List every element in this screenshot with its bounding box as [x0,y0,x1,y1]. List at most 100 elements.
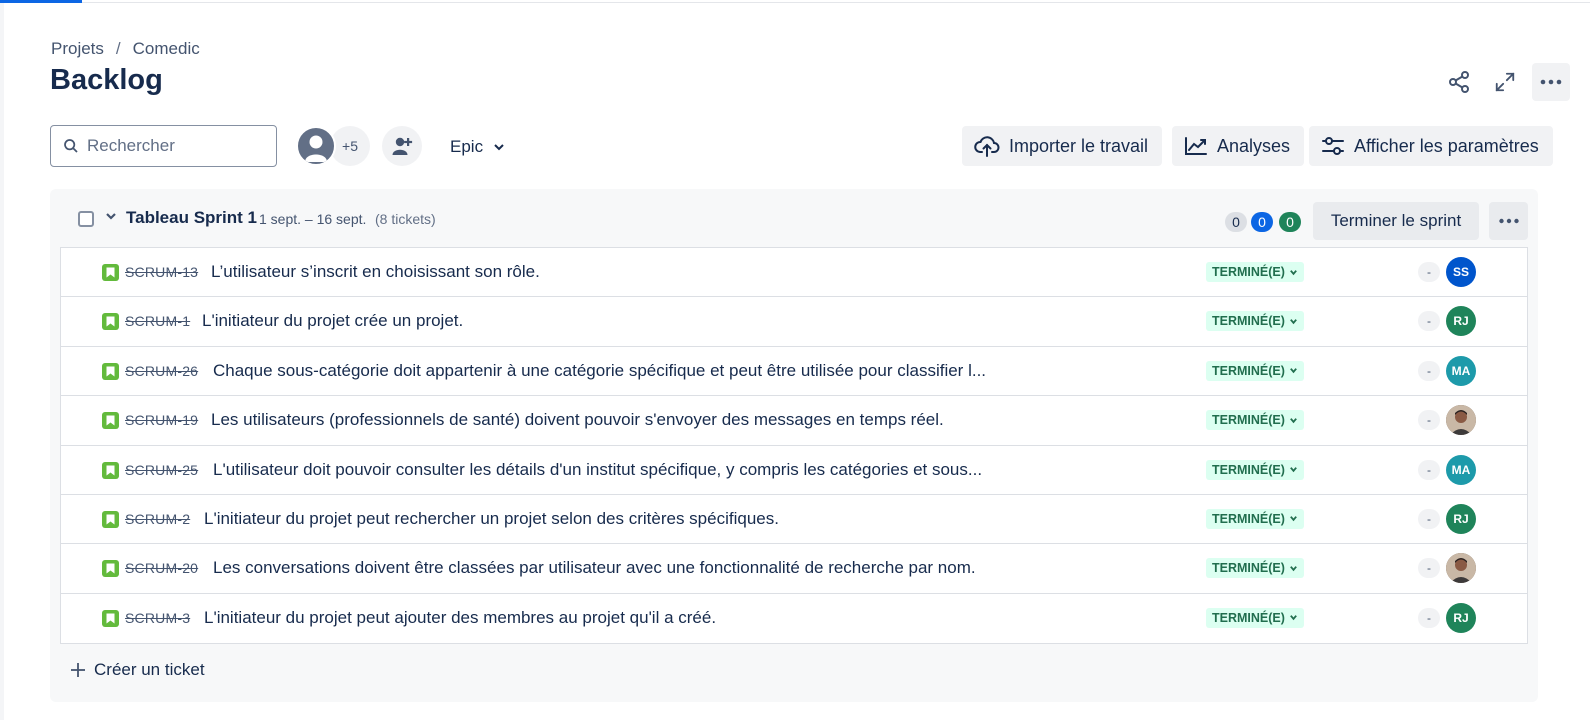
assignee-avatar[interactable]: RJ [1446,602,1476,633]
assignee-avatar[interactable] [1446,553,1476,584]
issue-row[interactable]: SCRUM-1 L'initiateur du projet crée un pr… [61,297,1527,347]
sprint-select-checkbox[interactable] [78,211,94,227]
epic-filter-label: Epic [450,137,484,156]
issue-summary[interactable]: Chaque sous-catégorie doit appartenir à … [213,361,986,381]
more-actions-button[interactable] [1532,63,1570,101]
issue-row[interactable]: SCRUM-20 Les conversations doivent être c… [61,544,1527,594]
story-points-estimate[interactable]: - [1418,607,1440,628]
search-box[interactable] [50,125,277,167]
assignee-avatar[interactable]: RJ [1446,306,1476,337]
assignee-avatar[interactable]: RJ [1446,503,1476,534]
add-people-button[interactable] [382,126,422,166]
issue-summary[interactable]: L’utilisateur s’inscrit en choisissant s… [211,262,540,282]
chevron-down-icon[interactable] [104,209,118,223]
issue-summary[interactable]: L'initiateur du projet peut rechercher u… [204,509,779,529]
status-dropdown[interactable]: TERMINÉ(E) [1206,410,1304,431]
story-icon [102,461,119,479]
issue-row[interactable]: SCRUM-2 L'initiateur du projet peut reche… [61,495,1527,545]
status-dropdown[interactable]: TERMINÉ(E) [1206,360,1304,381]
issue-key[interactable]: SCRUM-19 [125,412,198,428]
issue-key[interactable]: SCRUM-13 [125,264,198,280]
import-work-label: Importer le travail [1009,135,1149,156]
share-icon [1449,71,1469,93]
user-photo-icon [1446,405,1476,436]
breadcrumb-project[interactable]: Comedic [133,39,200,59]
story-points-estimate[interactable]: - [1418,360,1440,381]
search-input[interactable] [87,136,267,156]
done-count-badge: 0 [1279,212,1301,232]
fullscreen-button[interactable] [1486,63,1524,101]
status-dropdown[interactable]: TERMINÉ(E) [1206,311,1304,332]
issue-summary[interactable]: L'initiateur du projet crée un projet. [202,311,463,331]
assignee-avatar[interactable]: SS [1446,257,1476,287]
avatar[interactable] [296,126,336,166]
chevron-down-icon [1290,565,1297,572]
issue-row[interactable]: SCRUM-19 Les utilisateurs (professionnels… [61,396,1527,446]
insights-label: Analyses [1217,135,1291,156]
issue-key[interactable]: SCRUM-3 [125,610,190,626]
status-dropdown[interactable]: TERMINÉ(E) [1206,262,1304,282]
issue-row[interactable]: SCRUM-3 L'initiateur du projet peut ajout… [61,594,1527,643]
todo-count-badge: 0 [1225,212,1247,232]
assignee-avatar[interactable]: MA [1446,454,1476,485]
story-points-estimate[interactable]: - [1418,508,1440,529]
issue-summary[interactable]: L'initiateur du projet peut ajouter des … [204,608,716,628]
more-icon [1498,218,1519,224]
sprint-ticket-count: (8 tickets) [375,211,436,227]
line-chart-icon [1185,137,1207,155]
breadcrumb-projects[interactable]: Projets [51,39,104,59]
story-points-estimate[interactable]: - [1418,558,1440,579]
more-people-count[interactable]: +5 [330,126,370,166]
chevron-down-icon [1290,467,1297,473]
issue-summary[interactable]: L'utilisateur doit pouvoir consulter les… [213,460,982,480]
chevron-down-icon [1290,417,1297,423]
cloud-upload-icon [974,136,1000,157]
in-progress-count-badge: 0 [1251,212,1273,232]
story-points-estimate[interactable]: - [1418,410,1440,431]
complete-sprint-button[interactable]: Terminer le sprint [1313,202,1479,240]
status-label: TERMINÉ(E) [1212,363,1285,378]
create-issue-button[interactable]: Créer un ticket [70,655,205,685]
status-label: TERMINÉ(E) [1212,265,1285,279]
issue-summary[interactable]: Les conversations doivent être classées … [213,558,976,578]
sliders-icon [1322,137,1344,155]
breadcrumb: Projets / Comedic [51,39,200,59]
issue-key[interactable]: SCRUM-2 [125,511,190,527]
people-filter[interactable]: +5 [296,126,370,166]
issue-key[interactable]: SCRUM-25 [125,462,198,478]
issue-key[interactable]: SCRUM-26 [125,363,198,379]
story-points-estimate[interactable]: - [1418,262,1440,282]
assignee-avatar[interactable]: MA [1446,355,1476,386]
sprint-name[interactable]: Tableau Sprint 1 [126,208,257,228]
import-work-button[interactable]: Importer le travail [962,126,1163,166]
story-points-estimate[interactable]: - [1418,459,1440,480]
issue-list: SCRUM-13 L’utilisateur s’inscrit en chois… [60,247,1528,645]
user-photo-icon [1446,553,1476,584]
view-settings-button[interactable]: Afficher les paramètres [1309,126,1553,166]
assignee-avatar[interactable] [1446,405,1476,436]
story-icon [102,362,119,380]
insights-button[interactable]: Analyses [1172,126,1305,166]
status-dropdown[interactable]: TERMINÉ(E) [1206,459,1304,480]
issue-row[interactable]: SCRUM-13 L’utilisateur s’inscrit en chois… [61,248,1527,298]
sprint-container: Tableau Sprint 1 1 sept. – 16 sept. (8 t… [50,189,1538,702]
issue-key[interactable]: SCRUM-1 [125,313,190,329]
status-dropdown[interactable]: TERMINÉ(E) [1206,508,1304,529]
issue-row[interactable]: SCRUM-26 Chaque sous-catégorie doit appar… [61,347,1527,397]
top-tab-strip [0,0,1590,3]
share-button[interactable] [1440,63,1478,101]
status-dropdown[interactable]: TERMINÉ(E) [1206,607,1304,628]
status-dropdown[interactable]: TERMINÉ(E) [1206,558,1304,579]
issue-row[interactable]: SCRUM-25 L'utilisateur doit pouvoir consu… [61,446,1527,495]
create-issue-label: Créer un ticket [94,660,205,679]
issue-summary[interactable]: Les utilisateurs (professionnels de sant… [211,410,944,430]
header-actions [1440,63,1570,101]
sprint-more-button[interactable] [1489,202,1528,240]
story-points-estimate[interactable]: - [1418,311,1440,332]
story-icon [102,560,119,578]
issue-key[interactable]: SCRUM-20 [125,560,198,576]
epic-filter-dropdown[interactable]: Epic [440,128,515,166]
breadcrumb-separator: / [115,39,121,58]
chevron-down-icon [1290,615,1297,621]
story-icon [102,264,119,281]
